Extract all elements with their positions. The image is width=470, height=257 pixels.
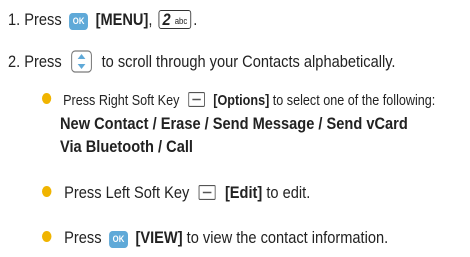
option-separator: /: [200, 114, 213, 133]
ok-key-icon: OK: [69, 13, 89, 30]
bullet-3: Press OK [VIEW] to view the contact info…: [42, 228, 388, 248]
view-label: [VIEW]: [135, 228, 183, 247]
option-separator: /: [314, 114, 327, 133]
option-send-vcard: Send vCard: [326, 114, 408, 133]
step-1-end: .: [193, 10, 198, 29]
bullet-dot-icon: [42, 231, 52, 242]
bullet-1-options-line-1: New Contact / Erase / Send Message / Sen…: [60, 114, 408, 134]
option-separator: /: [153, 137, 167, 156]
bullet-1-options-line-2: Via Bluetooth / Call: [60, 137, 193, 157]
bullet-2: Press Left Soft Key [Edit] to edit.: [42, 183, 310, 203]
bullet-2-suffix: to edit.: [266, 183, 311, 202]
option-erase: Erase: [160, 114, 201, 133]
step-2: 2. Press to scroll through your Contacts…: [8, 50, 396, 73]
bullet-3-prefix: Press: [64, 228, 102, 247]
right-soft-key-icon: [187, 92, 205, 107]
step-2-text: to scroll through your Contacts alphabet…: [101, 52, 396, 71]
bullet-3-suffix: to view the contact information.: [186, 228, 389, 247]
option-via-bluetooth: Via Bluetooth: [60, 137, 154, 156]
option-send-message: Send Message: [212, 114, 315, 133]
left-soft-key-icon: [198, 185, 216, 200]
option-separator: /: [148, 114, 161, 133]
menu-label: [MENU]: [95, 10, 149, 29]
bullet-1-prefix: Press Right Soft Key: [63, 92, 180, 109]
step-2-prefix: 2. Press: [8, 52, 62, 71]
bullet-1-suffix: to select one of the following:: [272, 92, 436, 109]
options-label: [Options]: [213, 92, 270, 109]
up-down-navigation-key-icon: [71, 50, 93, 73]
bullet-1: Press Right Soft Key [Options] to select…: [42, 91, 435, 111]
ok-key-icon: OK: [109, 231, 128, 248]
option-call: Call: [166, 137, 193, 156]
step-1: 1. Press OK [MENU], 2 abc.: [8, 10, 197, 30]
key-2-letters: abc: [174, 16, 188, 26]
edit-label: [Edit]: [224, 183, 263, 202]
key-2-number: 2: [162, 10, 171, 29]
bullet-2-prefix: Press Left Soft Key: [64, 183, 190, 202]
comma: ,: [148, 10, 153, 29]
bullet-dot-icon: [42, 93, 52, 104]
step-1-prefix: 1. Press: [8, 10, 62, 29]
manual-page: 1. Press OK [MENU], 2 abc. 2. Press to s…: [0, 0, 470, 257]
option-new-contact: New Contact: [60, 114, 149, 133]
bullet-dot-icon: [42, 186, 52, 197]
key-2-abc-icon: 2 abc: [158, 10, 192, 29]
